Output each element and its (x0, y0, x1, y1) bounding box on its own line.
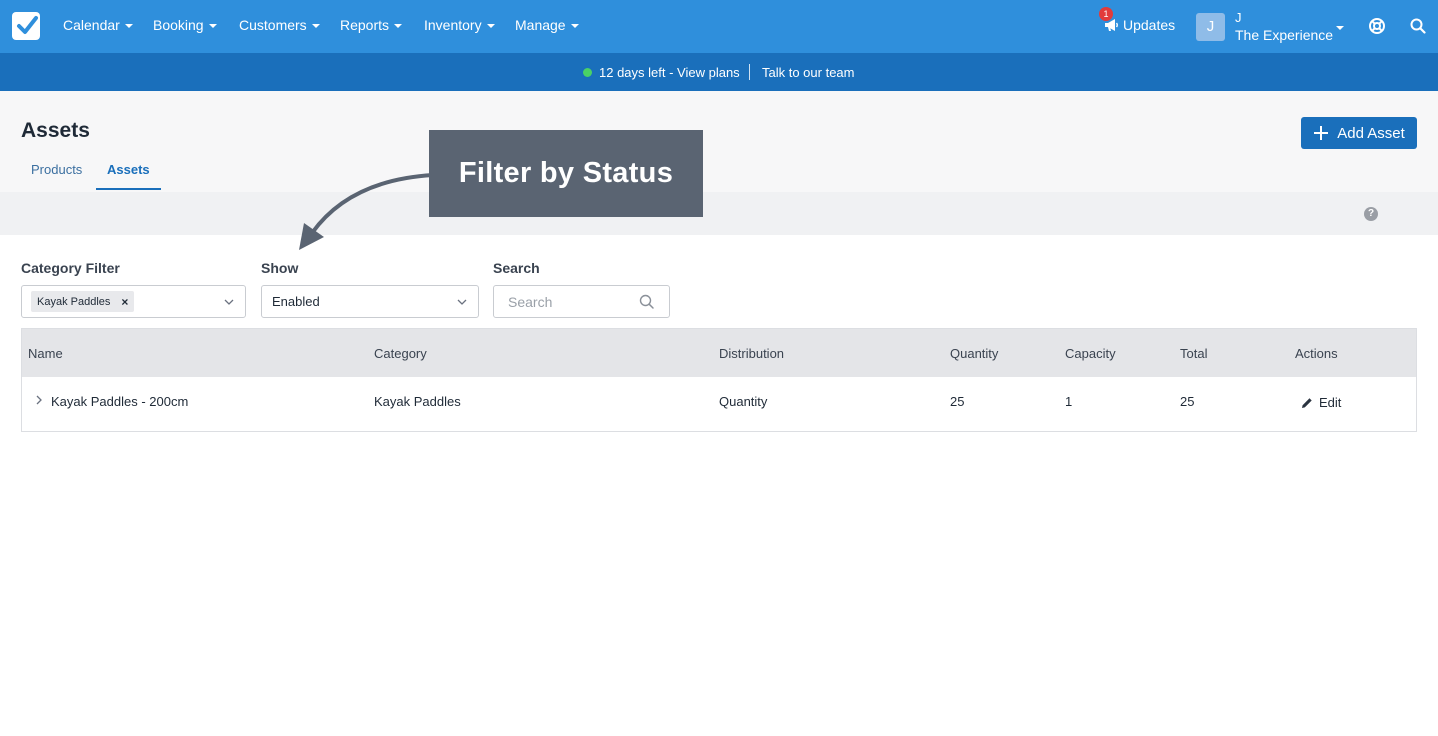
chevron-down-icon (224, 299, 234, 305)
caret-down-icon (394, 23, 403, 28)
updates-button[interactable]: Updates (1104, 17, 1175, 33)
cell-capacity: 1 (1065, 394, 1073, 409)
cell-distribution: Quantity (719, 394, 768, 409)
nav-customers[interactable]: Customers (239, 17, 320, 33)
checkbox-logo-icon[interactable] (12, 12, 40, 40)
show-filter-label: Show (261, 260, 299, 276)
nav-inventory-label: Inventory (424, 17, 482, 33)
caret-down-icon (124, 23, 133, 28)
add-asset-label: Add Asset (1337, 124, 1405, 142)
nav-reports-label: Reports (340, 17, 390, 33)
nav-inventory[interactable]: Inventory (424, 17, 495, 33)
search-icon[interactable] (639, 294, 655, 310)
tab-products[interactable]: Products (31, 162, 82, 177)
column-header-category: Category (374, 346, 427, 361)
nav-calendar[interactable]: Calendar (63, 17, 133, 33)
nav-calendar-label: Calendar (63, 17, 120, 33)
user-org[interactable]: The Experience (1235, 27, 1333, 43)
category-chip-label: Kayak Paddles (37, 295, 111, 308)
banner-separator (749, 64, 750, 80)
status-dot (583, 68, 592, 77)
search-input[interactable] (495, 287, 635, 316)
toolbar-strip: ? (0, 192, 1438, 235)
page-header: Assets Products Assets Add Asset (0, 91, 1438, 192)
plus-icon (1314, 126, 1329, 140)
column-header-quantity: Quantity (950, 346, 999, 361)
table-header: Name Category Distribution Quantity Capa… (22, 329, 1416, 377)
search-field (493, 285, 670, 318)
category-chip: Kayak Paddles × (31, 291, 135, 312)
nav-customers-label: Customers (239, 17, 307, 33)
tab-assets[interactable]: Assets (107, 162, 150, 177)
column-header-total: Total (1180, 346, 1208, 361)
talk-to-team-link[interactable]: Talk to our team (762, 65, 855, 80)
nav-booking-label: Booking (153, 17, 204, 33)
cell-total: 25 (1180, 394, 1195, 409)
trial-banner: 12 days left - View plans Talk to our te… (0, 53, 1438, 91)
updates-badge: 1 (1099, 7, 1113, 21)
show-status-select[interactable]: Enabled (261, 285, 479, 318)
category-filter-label: Category Filter (21, 260, 120, 276)
view-plans-link[interactable]: 12 days left - View plans (599, 65, 740, 80)
page-title: Assets (21, 119, 90, 142)
cell-name: Kayak Paddles - 200cm (51, 394, 189, 409)
caret-down-icon[interactable] (1336, 25, 1344, 30)
caret-down-icon (486, 23, 495, 28)
search-icon[interactable] (1410, 18, 1426, 39)
edit-button[interactable]: Edit (1301, 395, 1341, 410)
active-tab-indicator (96, 188, 161, 190)
search-label: Search (493, 260, 540, 276)
lifebuoy-icon[interactable] (1368, 17, 1386, 40)
chevron-right-icon[interactable] (35, 395, 43, 405)
column-header-distribution: Distribution (719, 346, 785, 361)
user-name[interactable]: J (1235, 10, 1242, 25)
assets-table: Name Category Distribution Quantity Capa… (21, 328, 1417, 432)
chevron-down-icon (457, 299, 467, 305)
add-asset-button[interactable]: Add Asset (1301, 117, 1417, 149)
pencil-icon (1302, 397, 1312, 408)
annotation-callout: Filter by Status (429, 130, 703, 217)
help-icon[interactable]: ? (1364, 207, 1378, 221)
chip-remove-icon[interactable]: × (121, 295, 128, 309)
column-header-name: Name (28, 346, 63, 361)
table-row[interactable]: Kayak Paddles - 200cm Kayak Paddles Quan… (22, 377, 1416, 431)
top-nav: Calendar Booking Customers Reports Inven… (0, 0, 1438, 53)
nav-manage[interactable]: Manage (515, 17, 579, 33)
annotation-arrow-icon (299, 173, 434, 250)
caret-down-icon (208, 23, 217, 28)
caret-down-icon (570, 23, 579, 28)
nav-manage-label: Manage (515, 17, 566, 33)
cell-quantity: 25 (950, 394, 965, 409)
nav-booking[interactable]: Booking (153, 17, 217, 33)
caret-down-icon (311, 23, 320, 28)
nav-reports[interactable]: Reports (340, 17, 403, 33)
category-filter-select[interactable]: Kayak Paddles × (21, 285, 246, 318)
avatar[interactable]: J (1196, 13, 1225, 41)
edit-label: Edit (1319, 395, 1342, 410)
column-header-actions: Actions (1295, 346, 1338, 361)
cell-category: Kayak Paddles (374, 394, 461, 409)
show-status-value: Enabled (272, 294, 320, 309)
updates-label: Updates (1123, 17, 1176, 33)
column-header-capacity: Capacity (1065, 346, 1116, 361)
